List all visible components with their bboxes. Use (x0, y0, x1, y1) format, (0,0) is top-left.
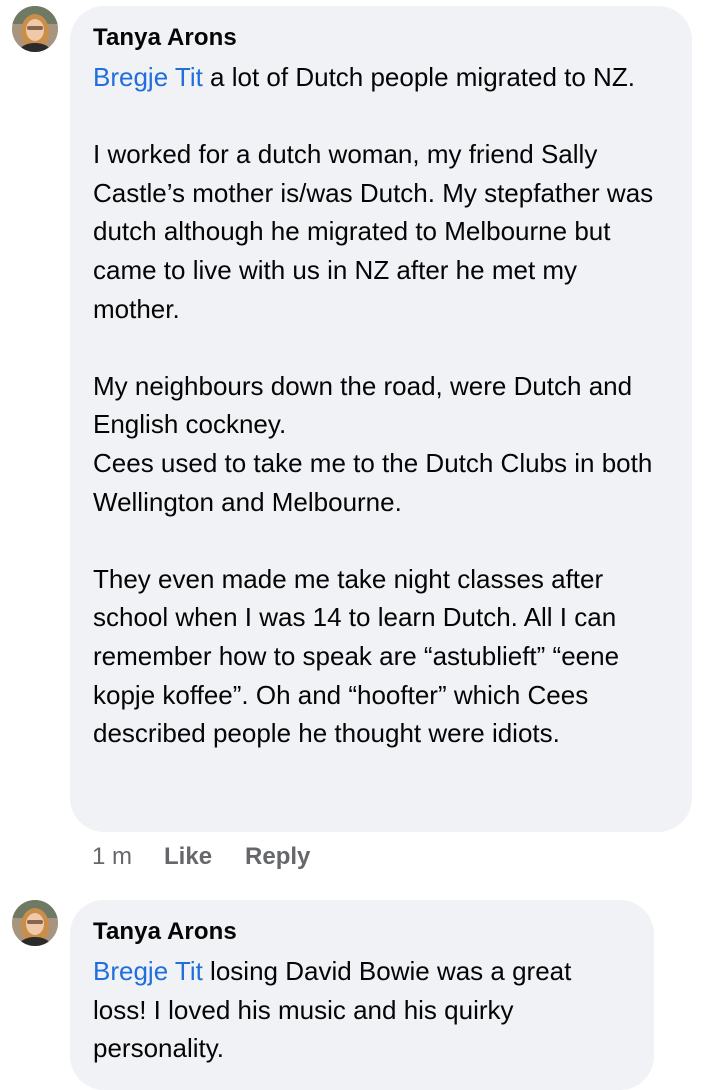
comment-text: Bregje Tit a lot of Dutch people migrate… (93, 58, 670, 753)
comment-bubble: Tanya Arons Bregje Tit a lot of Dutch pe… (70, 6, 692, 832)
comment-paragraph: My neighbours down the road, were Dutch … (93, 370, 633, 440)
avatar-photo-icon (12, 6, 58, 52)
comment-actions: 1 m Like Reply (92, 842, 343, 872)
like-button[interactable]: Like (164, 842, 212, 872)
comment-paragraph: Cees used to take me to the Dutch Clubs … (93, 447, 653, 517)
comment-author[interactable]: Tanya Arons (93, 917, 632, 947)
mention-link[interactable]: Bregje Tit (93, 62, 203, 92)
avatar-photo-icon (12, 900, 58, 946)
comment-timestamp[interactable]: 1 m (92, 842, 132, 872)
avatar[interactable] (12, 900, 58, 946)
comment-paragraph: I worked for a dutch woman, my friend Sa… (93, 139, 654, 324)
reply-button[interactable]: Reply (245, 842, 310, 872)
mention-link[interactable]: Bregje Tit (93, 956, 203, 986)
avatar[interactable] (12, 6, 58, 52)
comment-author[interactable]: Tanya Arons (93, 23, 670, 53)
comment-paragraph: a lot of Dutch people migrated to NZ. (202, 62, 635, 92)
comment-paragraph: They even made me take night classes aft… (93, 563, 620, 749)
comment-bubble: Tanya Arons Bregje Tit losing David Bowi… (70, 900, 654, 1090)
comment-text: Bregje Tit losing David Bowie was a grea… (93, 952, 632, 1068)
